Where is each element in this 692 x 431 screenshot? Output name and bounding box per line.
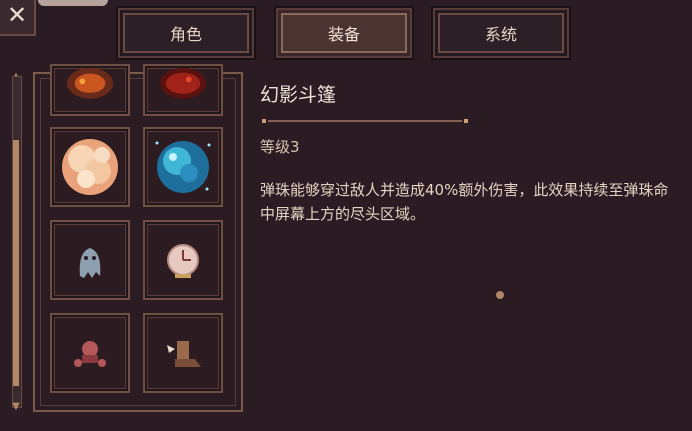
window-edge-decoration — [38, 0, 108, 6]
boot-icon — [167, 341, 201, 367]
tab-label: 角色 — [169, 25, 202, 44]
item-slot[interactable] — [143, 313, 223, 393]
tab-equipment[interactable]: 装备 — [274, 6, 414, 60]
item-slot[interactable] — [50, 220, 130, 300]
ember-orb-icon — [66, 67, 114, 99]
item-description: 弹珠能够穿过敌人并造成40%额外伤害，此效果持续至弹珠命中屏幕上方的尽头区域。 — [260, 181, 669, 223]
cloud-orb-icon — [62, 139, 118, 195]
tab-label: 装备 — [327, 25, 360, 44]
ghost-icon — [79, 248, 101, 278]
item-slot[interactable] — [50, 313, 130, 393]
item-slot[interactable] — [143, 220, 223, 300]
clock-orb-icon — [167, 244, 199, 278]
close-icon[interactable]: ✕ — [4, 2, 30, 28]
small-pebble-icon — [496, 291, 504, 299]
item-name: 幻影斗篷 — [260, 84, 337, 106]
item-slot[interactable] — [50, 127, 130, 207]
item-slot[interactable] — [50, 64, 130, 116]
title-divider — [262, 119, 468, 123]
tab-system[interactable]: 系统 — [431, 6, 571, 60]
lava-orb-icon — [159, 67, 207, 99]
scroll-down-icon[interactable]: ▼ — [9, 402, 23, 412]
scrollbar-thumb[interactable] — [13, 140, 19, 386]
crystal-orb-icon — [155, 141, 211, 193]
item-slot[interactable] — [143, 127, 223, 207]
red-creature-icon — [74, 341, 106, 367]
item-slot[interactable] — [143, 64, 223, 116]
tab-character[interactable]: 角色 — [116, 6, 256, 60]
item-level: 等级3 — [260, 138, 300, 156]
tab-label: 系统 — [484, 25, 517, 44]
